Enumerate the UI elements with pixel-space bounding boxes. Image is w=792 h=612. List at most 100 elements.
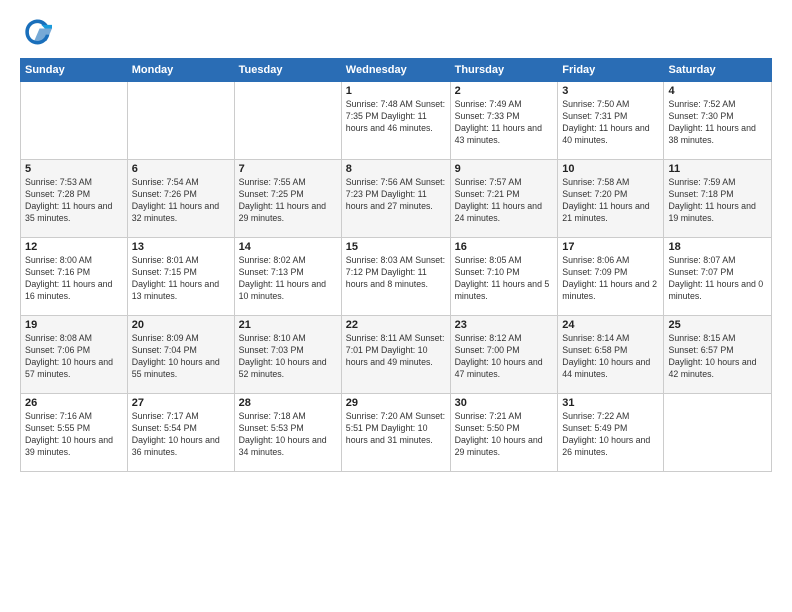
weekday-header-row: SundayMondayTuesdayWednesdayThursdayFrid… [21,59,772,82]
day-info: Sunrise: 8:07 AM Sunset: 7:07 PM Dayligh… [668,255,767,303]
calendar-cell [127,82,234,160]
day-number: 19 [25,319,123,331]
day-number: 9 [455,163,554,175]
day-info: Sunrise: 8:12 AM Sunset: 7:00 PM Dayligh… [455,333,554,381]
logo-icon [20,16,52,48]
day-number: 14 [239,241,337,253]
calendar-cell [664,394,772,472]
calendar-cell: 18 Sunrise: 8:07 AM Sunset: 7:07 PM Dayli… [664,238,772,316]
day-info: Sunrise: 7:59 AM Sunset: 7:18 PM Dayligh… [668,177,767,225]
calendar-cell: 1Sunrise: 7:48 AM Sunset: 7:35 PM Daylig… [341,82,450,160]
day-number: 17 [562,241,659,253]
day-info: Sunrise: 8:14 AM Sunset: 6:58 PM Dayligh… [562,333,659,381]
calendar-cell: 4 Sunrise: 7:52 AM Sunset: 7:30 PM Daylig… [664,82,772,160]
calendar-cell: 14 Sunrise: 8:02 AM Sunset: 7:13 PM Dayli… [234,238,341,316]
day-number: 24 [562,319,659,331]
day-info: Sunrise: 8:15 AM Sunset: 6:57 PM Dayligh… [668,333,767,381]
day-number: 13 [132,241,230,253]
calendar-cell: 3Sunrise: 7:50 AM Sunset: 7:31 PM Daylig… [558,82,664,160]
day-info: Sunrise: 8:10 AM Sunset: 7:03 PM Dayligh… [239,333,337,381]
day-number: 29 [346,397,446,409]
day-info: Sunrise: 8:02 AM Sunset: 7:13 PM Dayligh… [239,255,337,303]
day-number: 26 [25,397,123,409]
calendar-cell: 25Sunrise: 8:15 AM Sunset: 6:57 PM Dayli… [664,316,772,394]
calendar-row-4: 19 Sunrise: 8:08 AM Sunset: 7:06 PM Dayli… [21,316,772,394]
calendar-cell: 29 Sunrise: 7:20 AM Sunset: 5:51 PM Dayli… [341,394,450,472]
day-info: Sunrise: 8:01 AM Sunset: 7:15 PM Dayligh… [132,255,230,303]
day-info: Sunrise: 7:54 AM Sunset: 7:26 PM Dayligh… [132,177,230,225]
calendar-cell: 27 Sunrise: 7:17 AM Sunset: 5:54 PM Dayli… [127,394,234,472]
calendar-cell: 5 Sunrise: 7:53 AM Sunset: 7:28 PM Daylig… [21,160,128,238]
day-number: 7 [239,163,337,175]
day-number: 6 [132,163,230,175]
day-number: 31 [562,397,659,409]
calendar-body: 1Sunrise: 7:48 AM Sunset: 7:35 PM Daylig… [21,82,772,472]
day-number: 5 [25,163,123,175]
day-number: 20 [132,319,230,331]
calendar-cell: 11 Sunrise: 7:59 AM Sunset: 7:18 PM Dayli… [664,160,772,238]
day-info: Sunrise: 7:50 AM Sunset: 7:31 PM Dayligh… [562,99,659,147]
calendar-cell: 24 Sunrise: 8:14 AM Sunset: 6:58 PM Dayli… [558,316,664,394]
day-info: Sunrise: 8:08 AM Sunset: 7:06 PM Dayligh… [25,333,123,381]
day-number: 23 [455,319,554,331]
day-info: Sunrise: 7:18 AM Sunset: 5:53 PM Dayligh… [239,411,337,459]
day-info: Sunrise: 7:20 AM Sunset: 5:51 PM Dayligh… [346,411,446,447]
day-info: Sunrise: 7:52 AM Sunset: 7:30 PM Dayligh… [668,99,767,147]
day-number: 1 [346,85,446,97]
header [20,16,772,48]
calendar-row-3: 12 Sunrise: 8:00 AM Sunset: 7:16 PM Dayli… [21,238,772,316]
day-number: 4 [668,85,767,97]
day-info: Sunrise: 7:57 AM Sunset: 7:21 PM Dayligh… [455,177,554,225]
day-number: 30 [455,397,554,409]
page: SundayMondayTuesdayWednesdayThursdayFrid… [0,0,792,612]
day-info: Sunrise: 7:53 AM Sunset: 7:28 PM Dayligh… [25,177,123,225]
day-info: Sunrise: 8:05 AM Sunset: 7:10 PM Dayligh… [455,255,554,303]
day-number: 10 [562,163,659,175]
calendar-row-2: 5 Sunrise: 7:53 AM Sunset: 7:28 PM Daylig… [21,160,772,238]
day-info: Sunrise: 7:22 AM Sunset: 5:49 PM Dayligh… [562,411,659,459]
day-info: Sunrise: 8:09 AM Sunset: 7:04 PM Dayligh… [132,333,230,381]
weekday-header-sunday: Sunday [21,59,128,82]
day-info: Sunrise: 8:00 AM Sunset: 7:16 PM Dayligh… [25,255,123,303]
calendar-table: SundayMondayTuesdayWednesdayThursdayFrid… [20,58,772,472]
day-number: 16 [455,241,554,253]
day-info: Sunrise: 7:17 AM Sunset: 5:54 PM Dayligh… [132,411,230,459]
calendar-cell: 10 Sunrise: 7:58 AM Sunset: 7:20 PM Dayli… [558,160,664,238]
calendar-cell: 15 Sunrise: 8:03 AM Sunset: 7:12 PM Dayli… [341,238,450,316]
calendar-header: SundayMondayTuesdayWednesdayThursdayFrid… [21,59,772,82]
day-number: 8 [346,163,446,175]
weekday-header-wednesday: Wednesday [341,59,450,82]
day-info: Sunrise: 8:03 AM Sunset: 7:12 PM Dayligh… [346,255,446,291]
weekday-header-friday: Friday [558,59,664,82]
day-number: 12 [25,241,123,253]
day-number: 22 [346,319,446,331]
day-number: 18 [668,241,767,253]
day-number: 11 [668,163,767,175]
calendar-cell: 17 Sunrise: 8:06 AM Sunset: 7:09 PM Dayli… [558,238,664,316]
calendar-cell: 13 Sunrise: 8:01 AM Sunset: 7:15 PM Dayli… [127,238,234,316]
calendar-cell: 8 Sunrise: 7:56 AM Sunset: 7:23 PM Daylig… [341,160,450,238]
day-number: 2 [455,85,554,97]
day-number: 15 [346,241,446,253]
calendar-cell: 21Sunrise: 8:10 AM Sunset: 7:03 PM Dayli… [234,316,341,394]
day-info: Sunrise: 7:16 AM Sunset: 5:55 PM Dayligh… [25,411,123,459]
weekday-header-monday: Monday [127,59,234,82]
day-info: Sunrise: 7:21 AM Sunset: 5:50 PM Dayligh… [455,411,554,459]
day-number: 27 [132,397,230,409]
calendar-row-1: 1Sunrise: 7:48 AM Sunset: 7:35 PM Daylig… [21,82,772,160]
calendar-cell: 26 Sunrise: 7:16 AM Sunset: 5:55 PM Dayli… [21,394,128,472]
weekday-header-thursday: Thursday [450,59,558,82]
day-info: Sunrise: 7:56 AM Sunset: 7:23 PM Dayligh… [346,177,446,213]
calendar-cell: 19 Sunrise: 8:08 AM Sunset: 7:06 PM Dayli… [21,316,128,394]
calendar-cell: 7Sunrise: 7:55 AM Sunset: 7:25 PM Daylig… [234,160,341,238]
calendar-cell: 28 Sunrise: 7:18 AM Sunset: 5:53 PM Dayli… [234,394,341,472]
calendar-cell: 22Sunrise: 8:11 AM Sunset: 7:01 PM Dayli… [341,316,450,394]
calendar-cell: 2Sunrise: 7:49 AM Sunset: 7:33 PM Daylig… [450,82,558,160]
day-info: Sunrise: 7:58 AM Sunset: 7:20 PM Dayligh… [562,177,659,225]
day-info: Sunrise: 8:06 AM Sunset: 7:09 PM Dayligh… [562,255,659,303]
calendar-cell [234,82,341,160]
calendar-cell: 23 Sunrise: 8:12 AM Sunset: 7:00 PM Dayli… [450,316,558,394]
weekday-header-tuesday: Tuesday [234,59,341,82]
day-number: 28 [239,397,337,409]
calendar-cell: 30 Sunrise: 7:21 AM Sunset: 5:50 PM Dayli… [450,394,558,472]
